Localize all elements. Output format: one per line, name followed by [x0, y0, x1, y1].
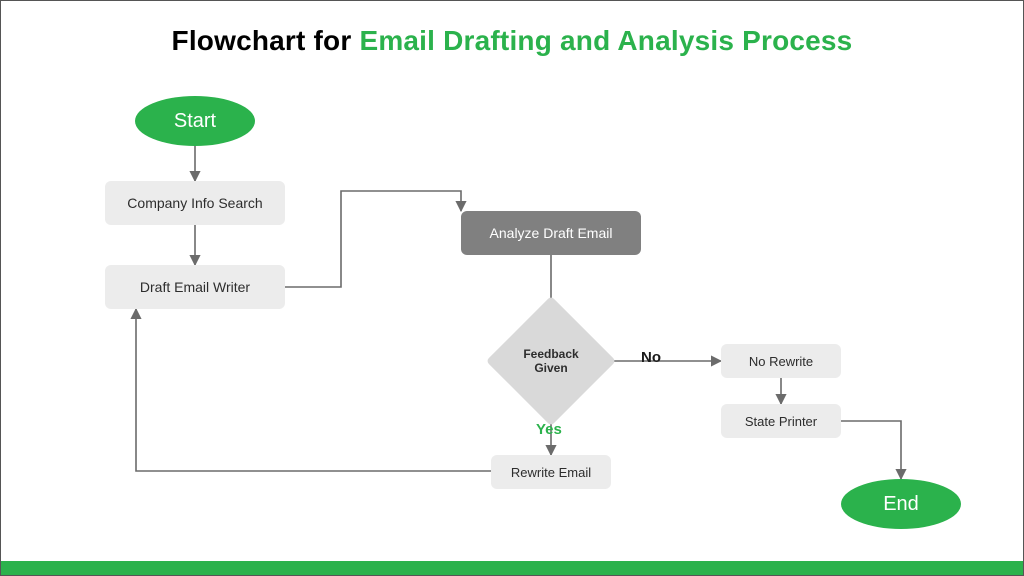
- feedback-decision-node: Feedback Given: [505, 315, 597, 407]
- start-node: Start: [135, 96, 255, 146]
- draft-email-writer-node: Draft Email Writer: [105, 265, 285, 309]
- analyze-draft-email-node: Analyze Draft Email: [461, 211, 641, 255]
- end-node: End: [841, 479, 961, 529]
- title-prefix: Flowchart for: [172, 25, 360, 56]
- rewrite-email-node: Rewrite Email: [491, 455, 611, 489]
- decision-label: Feedback Given: [505, 315, 597, 407]
- footer-bar: [1, 561, 1023, 575]
- no-rewrite-node: No Rewrite: [721, 344, 841, 378]
- state-printer-node: State Printer: [721, 404, 841, 438]
- company-info-search-node: Company Info Search: [105, 181, 285, 225]
- page-title: Flowchart for Email Drafting and Analysi…: [1, 25, 1023, 57]
- flowchart-frame: Flowchart for Email Drafting and Analysi…: [0, 0, 1024, 576]
- edge-label-yes: Yes: [536, 421, 562, 438]
- edge-label-no: No: [641, 349, 661, 366]
- title-accent: Email Drafting and Analysis Process: [359, 25, 852, 56]
